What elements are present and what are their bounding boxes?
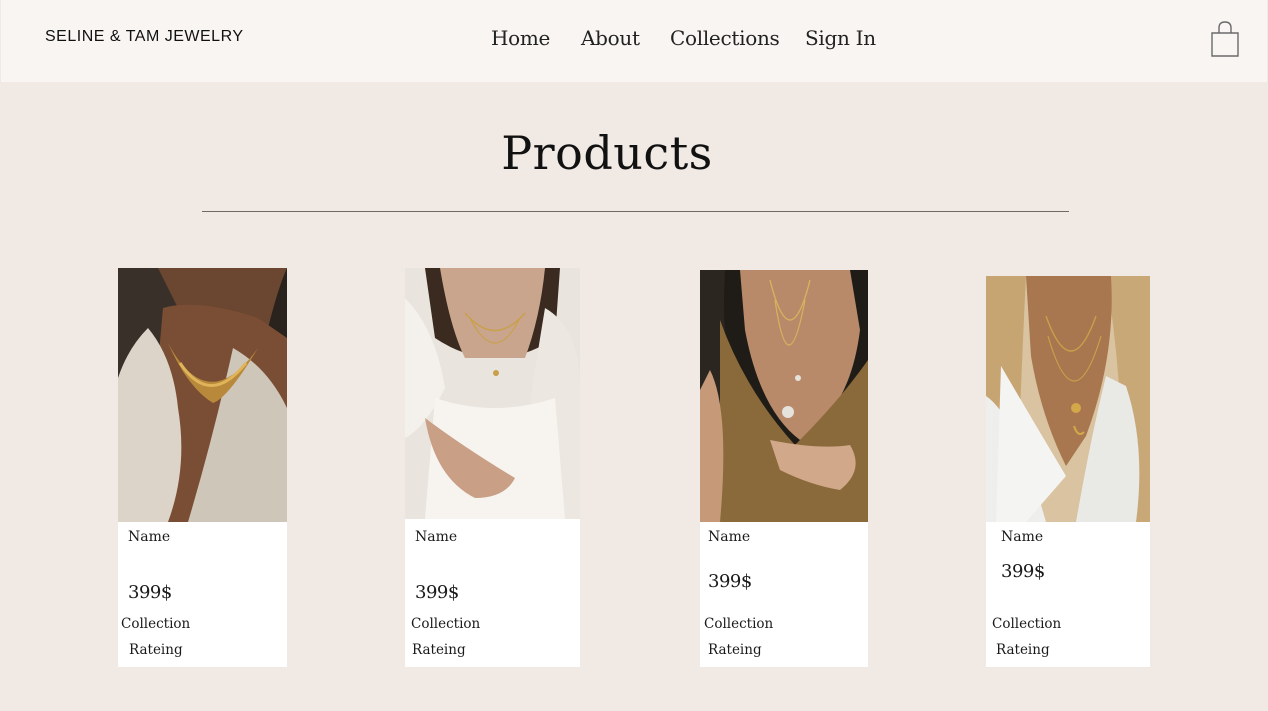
product-collection: Collection [992,616,1062,632]
product-rating: Rateing [708,642,762,658]
brand-logo[interactable]: SELINE & TAM JEWELRY [45,28,244,46]
product-name: Name [128,529,171,545]
page-title: Products [501,126,713,180]
product-rating: Rateing [129,642,183,658]
product-image[interactable] [405,268,580,519]
nav-sign-in[interactable]: Sign In [805,26,876,50]
product-price: 399$ [708,571,752,592]
nav-collections[interactable]: Collections [670,26,780,50]
product-collection: Collection [704,616,774,632]
product-rating: Rateing [412,642,466,658]
product-image[interactable] [986,276,1150,522]
product-image[interactable] [118,268,287,522]
product-rating: Rateing [996,642,1050,658]
product-card[interactable]: Name 399$ Collection Rateing [118,268,287,667]
product-price: 399$ [128,582,172,603]
nav-home[interactable]: Home [491,26,550,50]
product-collection: Collection [411,616,481,632]
shopping-bag-icon[interactable] [1209,20,1241,58]
site-header: SELINE & TAM JEWELRY Home About Collecti… [1,0,1267,82]
product-card[interactable]: Name 399$ Collection Rateing [405,268,580,667]
product-image[interactable] [700,270,868,522]
product-collection: Collection [121,616,191,632]
product-card[interactable]: Name 399$ Collection Rateing [700,270,868,667]
product-name: Name [1001,529,1044,545]
product-name: Name [708,529,751,545]
title-divider [202,211,1069,212]
product-name: Name [415,529,458,545]
nav-about[interactable]: About [581,26,640,50]
product-price: 399$ [1001,561,1045,582]
product-price: 399$ [415,582,459,603]
product-card[interactable]: Name 399$ Collection Rateing [986,276,1150,667]
